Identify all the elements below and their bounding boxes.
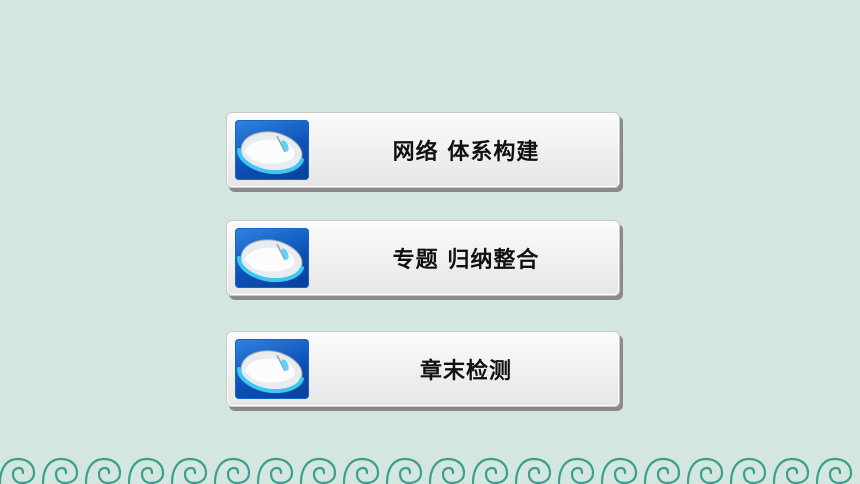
menu-button-topic-summary[interactable]: 专题 归纳整合 xyxy=(226,220,620,296)
mouse-icon xyxy=(235,120,309,180)
menu-button-label: 章末检测 xyxy=(419,359,512,384)
mouse-icon xyxy=(235,228,309,288)
menu-button-label: 专题 归纳整合 xyxy=(392,248,540,273)
menu-button-network-system[interactable]: 网络 体系构建 xyxy=(226,112,620,188)
mouse-icon xyxy=(235,339,309,399)
decorative-spiral-border xyxy=(0,455,860,484)
menu-button-chapter-test[interactable]: 章末检测 xyxy=(226,331,620,407)
menu-button-label: 网络 体系构建 xyxy=(392,140,540,165)
